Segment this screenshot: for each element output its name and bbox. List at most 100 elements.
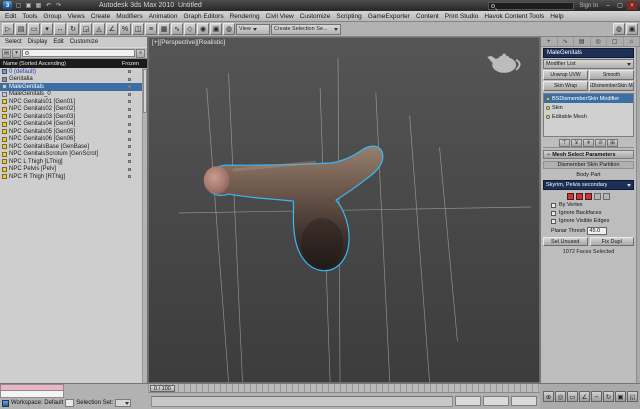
frozen-dot-icon[interactable] [128, 85, 131, 88]
viewport[interactable]: [+][Perspective][Realistic] [148, 37, 540, 383]
sign-in-link[interactable]: Sign In [576, 3, 601, 9]
utilities-tab-icon[interactable]: ⌂ [624, 37, 640, 46]
material-editor-icon[interactable]: ◉ [197, 23, 209, 35]
zoom-extents-icon[interactable]: ▭ [567, 391, 578, 402]
zoom-all-icon[interactable]: ◎ [555, 391, 566, 402]
checkbox-row[interactable]: Ignore Visible Edges [543, 218, 634, 224]
planar-threshold-field[interactable]: 45.0 [587, 227, 607, 235]
list-item[interactable]: NPC R Thigh [RThig] [0, 173, 142, 181]
menu-item[interactable]: Civil View [263, 13, 297, 20]
frozen-dot-icon[interactable] [128, 115, 131, 118]
schematic-view-icon[interactable]: ◇ [184, 23, 196, 35]
explorer-search-input[interactable] [22, 49, 135, 57]
reference-coordinate-dropdown[interactable]: View [236, 24, 270, 35]
explorer-settings-icon[interactable]: ≡ [136, 49, 145, 58]
angle-snap-icon[interactable]: ∠ [106, 23, 118, 35]
rotate-icon[interactable]: ↻ [67, 23, 79, 35]
explorer-filter-icon[interactable]: ▾ [12, 49, 21, 58]
frozen-dot-icon[interactable] [128, 168, 131, 171]
modifier-preset-button[interactable]: BSDismemberSkin Mod [589, 81, 634, 91]
checkbox-row[interactable]: By Vertex [543, 202, 634, 208]
maxscript-mini-listener[interactable] [0, 391, 64, 398]
list-item[interactable]: MaleGenitals [0, 83, 142, 91]
partition-button[interactable]: Fix Dupl [590, 237, 635, 246]
menu-item[interactable]: Edit [2, 13, 19, 20]
lightbulb-icon[interactable] [546, 106, 550, 110]
motion-tab-icon[interactable]: ◎ [591, 37, 608, 46]
maximize-viewport-icon[interactable]: ◱ [627, 391, 638, 402]
workspace-label[interactable]: Workspace: Default [11, 400, 63, 406]
close-button[interactable]: × [627, 1, 637, 10]
selection-lock-toggle[interactable] [65, 399, 74, 407]
curve-editor-icon[interactable]: ∿ [171, 23, 183, 35]
red-flag-icon[interactable] [585, 193, 592, 200]
pin-stack-icon[interactable]: ⊤ [559, 139, 570, 147]
lightbulb-icon[interactable] [546, 115, 550, 119]
checkbox-icon[interactable] [551, 219, 556, 224]
orbit-icon[interactable]: ↻ [603, 391, 614, 402]
scrollbar-thumb[interactable] [143, 69, 147, 113]
scale-icon[interactable]: ◲ [80, 23, 92, 35]
hierarchy-tab-icon[interactable]: ▤ [574, 37, 591, 46]
command-panel-scrollbar[interactable] [636, 47, 640, 383]
list-item[interactable]: NPC Pelvis [Pelv] [0, 166, 142, 174]
partition-button[interactable]: Sel Unused [543, 237, 588, 246]
render-setup-icon[interactable]: ▣ [210, 23, 222, 35]
body-part-dropdown[interactable]: Skyrim, Pelvis secondary [543, 180, 634, 190]
explorer-menu-item[interactable]: Select [2, 39, 25, 45]
frozen-dot-icon[interactable] [128, 175, 131, 178]
coord-y-field[interactable] [483, 396, 509, 406]
move-icon[interactable]: ↔ [54, 23, 66, 35]
render-production-icon[interactable]: ◍ [613, 23, 625, 35]
select-object-icon[interactable]: ▷ [2, 23, 14, 35]
modifier-stack-item[interactable]: BSDismemberSkin Modifier [544, 94, 633, 103]
menu-item[interactable]: Print Studio [442, 13, 482, 20]
red-flag-icon[interactable] [567, 193, 574, 200]
maxscript-macro-recorder[interactable] [0, 384, 64, 391]
timeline-track-bar[interactable]: 0 / 100 [148, 384, 540, 393]
list-item[interactable]: NPC Genitals02 [Gen02] [0, 106, 142, 114]
percent-snap-icon[interactable]: % [119, 23, 131, 35]
frozen-dot-icon[interactable] [128, 138, 131, 141]
selection-region-icon[interactable]: ▭ [28, 23, 40, 35]
show-end-result-icon[interactable]: ⊻ [571, 139, 582, 147]
menu-item[interactable]: Graph Editors [181, 13, 227, 20]
display-tab-icon[interactable]: ▢ [607, 37, 624, 46]
frozen-column-header[interactable]: Frozen [122, 61, 139, 67]
menu-item[interactable]: Create [88, 13, 114, 20]
object-name-field[interactable]: MaleGenitals [543, 48, 634, 58]
modifier-preset-button[interactable]: Unwrap UVW [543, 70, 588, 80]
layer-manager-icon[interactable]: ▦ [158, 23, 170, 35]
frozen-dot-icon[interactable] [128, 78, 131, 81]
zoom-icon[interactable]: ⊕ [543, 391, 554, 402]
list-item[interactable]: NPC Genitals06 [Gen06] [0, 136, 142, 144]
menu-item[interactable]: GameExporter [365, 13, 413, 20]
frozen-dot-icon[interactable] [128, 160, 131, 163]
configure-modifier-sets-icon[interactable]: ⊞ [607, 139, 618, 147]
frozen-dot-icon[interactable] [128, 130, 131, 133]
undo-icon[interactable]: ↶ [44, 1, 53, 10]
selection-filter-icon[interactable]: ▾ [41, 23, 53, 35]
gray-flag-icon[interactable] [603, 193, 610, 200]
menu-item[interactable]: Animation [146, 13, 181, 20]
named-selection-set-dropdown[interactable]: Create Selection Se... [271, 24, 341, 35]
create-tab-icon[interactable]: + [541, 37, 558, 46]
snap-toggle-icon[interactable]: ◬ [93, 23, 105, 35]
list-item[interactable]: NPC Genitals05 [Gen05] [0, 128, 142, 136]
save-icon[interactable]: ▦ [34, 1, 43, 10]
align-icon[interactable]: ≡ [145, 23, 157, 35]
name-column-header[interactable]: Name (Sorted Ascending) [3, 61, 66, 67]
select-by-name-icon[interactable]: ▤ [15, 23, 27, 35]
frozen-dot-icon[interactable] [128, 123, 131, 126]
explorer-menu-item[interactable]: Customize [67, 39, 101, 45]
explorer-find-icon[interactable]: ▤ [2, 49, 11, 58]
coord-z-field[interactable] [511, 396, 537, 406]
explorer-column-header[interactable]: Name (Sorted Ascending) Frozen [0, 59, 147, 68]
open-file-icon[interactable]: ▣ [24, 1, 33, 10]
modifier-preset-button[interactable]: Skin Wrap [543, 81, 588, 91]
menu-item[interactable]: Group [40, 13, 64, 20]
render-region-icon[interactable]: ▣ [615, 391, 626, 402]
modify-tab-icon[interactable]: ∿ [558, 37, 575, 46]
menu-item[interactable]: Modifiers [113, 13, 145, 20]
red-flag-icon[interactable] [576, 193, 583, 200]
